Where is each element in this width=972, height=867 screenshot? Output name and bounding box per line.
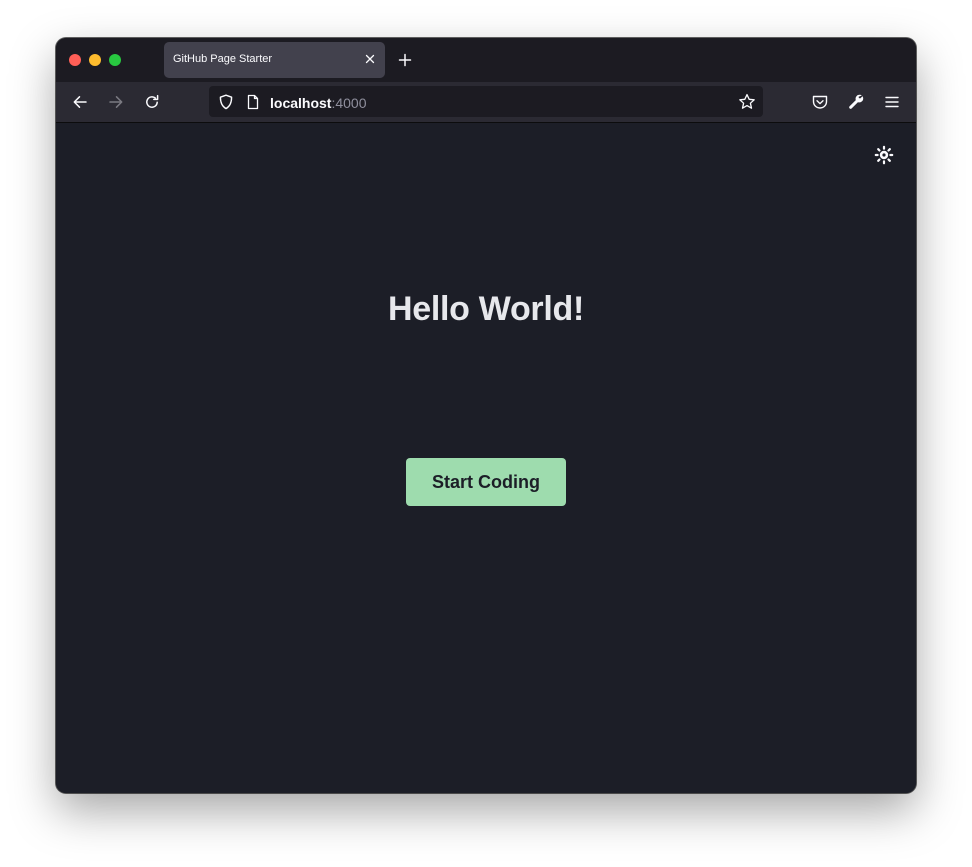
start-coding-button[interactable]: Start Coding [406,458,566,506]
window-maximize-button[interactable] [109,54,121,66]
window-minimize-button[interactable] [89,54,101,66]
url-text[interactable]: localhost:4000 [270,95,367,111]
plus-icon[interactable] [397,52,413,68]
tab-strip: GitHub Page Starter [56,38,916,82]
url-bar[interactable]: localhost:4000 [209,86,763,117]
star-icon[interactable] [737,92,757,112]
close-icon[interactable] [363,52,377,66]
reload-icon[interactable] [142,92,162,112]
page-content: Hello World! Start Coding [56,123,916,793]
shield-icon[interactable] [217,93,235,111]
url-port: :4000 [331,95,367,111]
sun-icon[interactable] [874,145,894,165]
browser-window: GitHub Page Starter localhost:4000 Hello… [56,38,916,793]
window-close-button[interactable] [69,54,81,66]
arrow-right-icon[interactable] [106,92,126,112]
pocket-icon[interactable] [810,92,830,112]
browser-tab[interactable]: GitHub Page Starter [164,42,385,78]
tab-title: GitHub Page Starter [173,53,273,65]
url-host: localhost [270,95,332,111]
page-icon [246,94,260,110]
arrow-left-icon[interactable] [70,92,90,112]
page-heading: Hello World! [388,290,584,328]
hamburger-menu-icon[interactable] [882,92,902,112]
navigation-bar: localhost:4000 [56,82,916,123]
wrench-icon[interactable] [846,92,866,112]
